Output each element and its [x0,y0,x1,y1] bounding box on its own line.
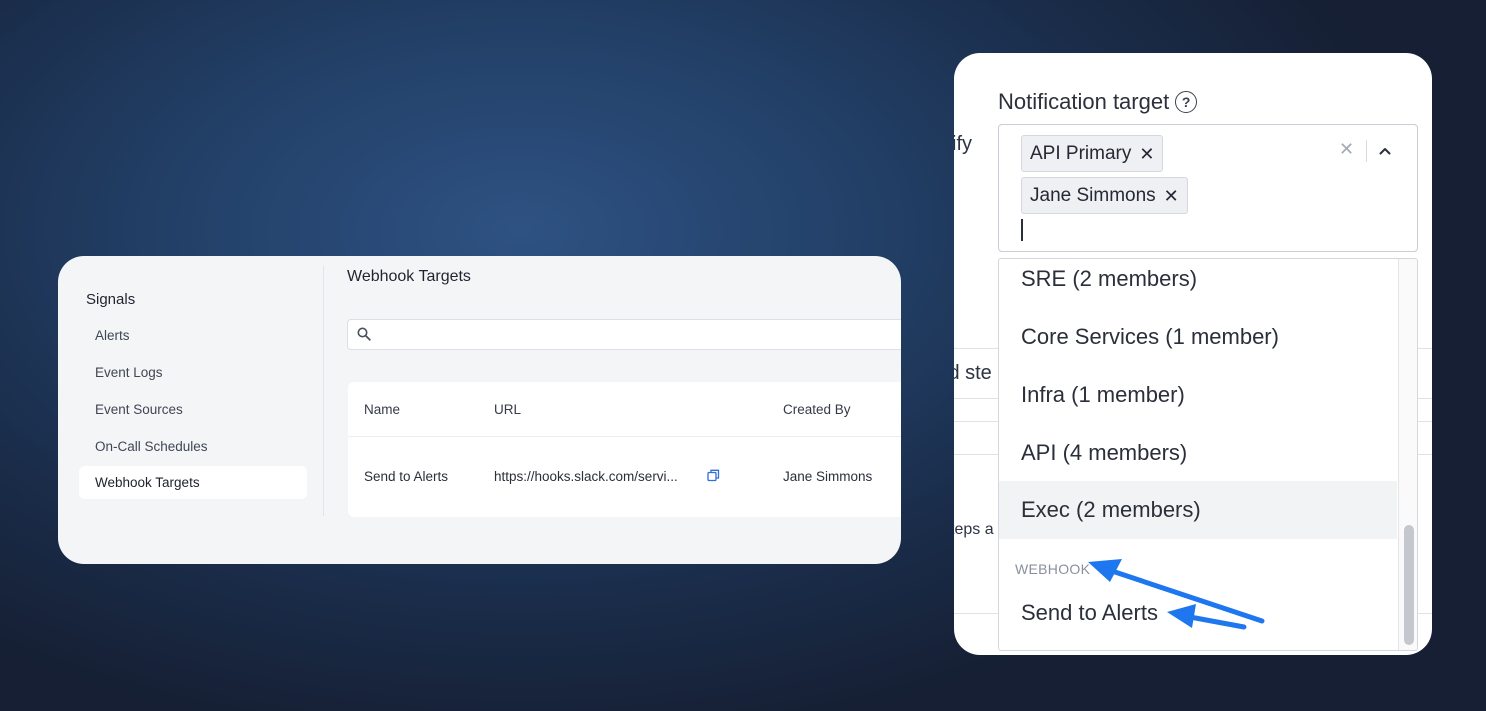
steps-fragment: teps a [954,521,994,538]
field-label: Notification target ? [998,89,1198,115]
chip-label: API Primary [1030,142,1132,164]
sidebar-item-on-call-schedules[interactable]: On-Call Schedules [79,430,307,463]
column-header-name[interactable]: Name [364,402,400,417]
column-header-url[interactable]: URL [494,402,521,417]
search-icon [357,327,371,346]
search-box [347,319,901,350]
table-header: Name URL Created By [348,382,901,437]
notification-target-select[interactable]: API Primary ✕ Jane Simmons ✕ ✕ [998,124,1418,252]
scrollbar[interactable] [1398,259,1417,650]
option-infra[interactable]: Infra (1 member) [999,366,1397,424]
option-core-services[interactable]: Core Services (1 member) [999,308,1397,366]
group-label-webhook: WEBHOOK [1015,561,1091,577]
sidebar-item-event-sources[interactable]: Event Sources [79,393,307,426]
sidebar-item-event-logs[interactable]: Event Logs [79,356,307,389]
option-send-to-alerts[interactable]: Send to Alerts [999,584,1397,642]
sidebar-item-webhook-targets[interactable]: Webhook Targets [79,466,307,499]
option-sre[interactable]: SRE (2 members) [999,259,1397,308]
copy-icon[interactable] [707,469,720,487]
indicator-separator [1366,140,1367,162]
webhook-targets-table: Name URL Created By Send to Alerts https… [348,382,901,517]
row-name[interactable]: Send to Alerts [364,469,448,484]
chip-label: Jane Simmons [1030,184,1156,206]
column-header-created-by[interactable]: Created By [783,402,851,417]
page-title: Webhook Targets [347,268,471,285]
chevron-up-icon[interactable] [1379,142,1391,160]
sidebar: Signals Alerts Event Logs Event Sources … [58,256,323,564]
remove-chip-icon[interactable]: ✕ [1139,145,1154,163]
main-content: Webhook Targets Name URL Created By Send… [324,256,901,564]
notify-label-fragment: ify [954,133,972,155]
text-caret[interactable] [1021,219,1023,241]
table-row[interactable]: Send to Alerts https://hooks.slack.com/s… [348,438,901,517]
search-input[interactable] [378,324,898,346]
option-api[interactable]: API (4 members) [999,424,1397,482]
row-created-by: Jane Simmons [783,469,873,484]
remove-chip-icon[interactable]: ✕ [1164,187,1179,205]
clear-icon[interactable]: ✕ [1339,139,1354,160]
add-step-fragment: ld ste [954,362,992,384]
chip-jane-simmons: Jane Simmons ✕ [1021,177,1188,214]
webhook-targets-window: Signals Alerts Event Logs Event Sources … [58,256,901,564]
help-icon[interactable]: ? [1175,91,1198,113]
option-exec[interactable]: Exec (2 members) [999,481,1397,539]
sidebar-section-title: Signals [86,291,136,308]
sidebar-item-alerts[interactable]: Alerts [79,319,307,352]
chip-api-primary: API Primary ✕ [1021,135,1164,172]
notification-target-label: Notification target [998,89,1170,114]
row-url: https://hooks.slack.com/servi... [494,469,678,484]
notification-target-panel: ify ld ste teps a Notification target ? … [954,53,1432,655]
dropdown-menu: SRE (2 members) Core Services (1 member)… [998,258,1418,651]
scrollbar-thumb[interactable] [1404,525,1414,645]
